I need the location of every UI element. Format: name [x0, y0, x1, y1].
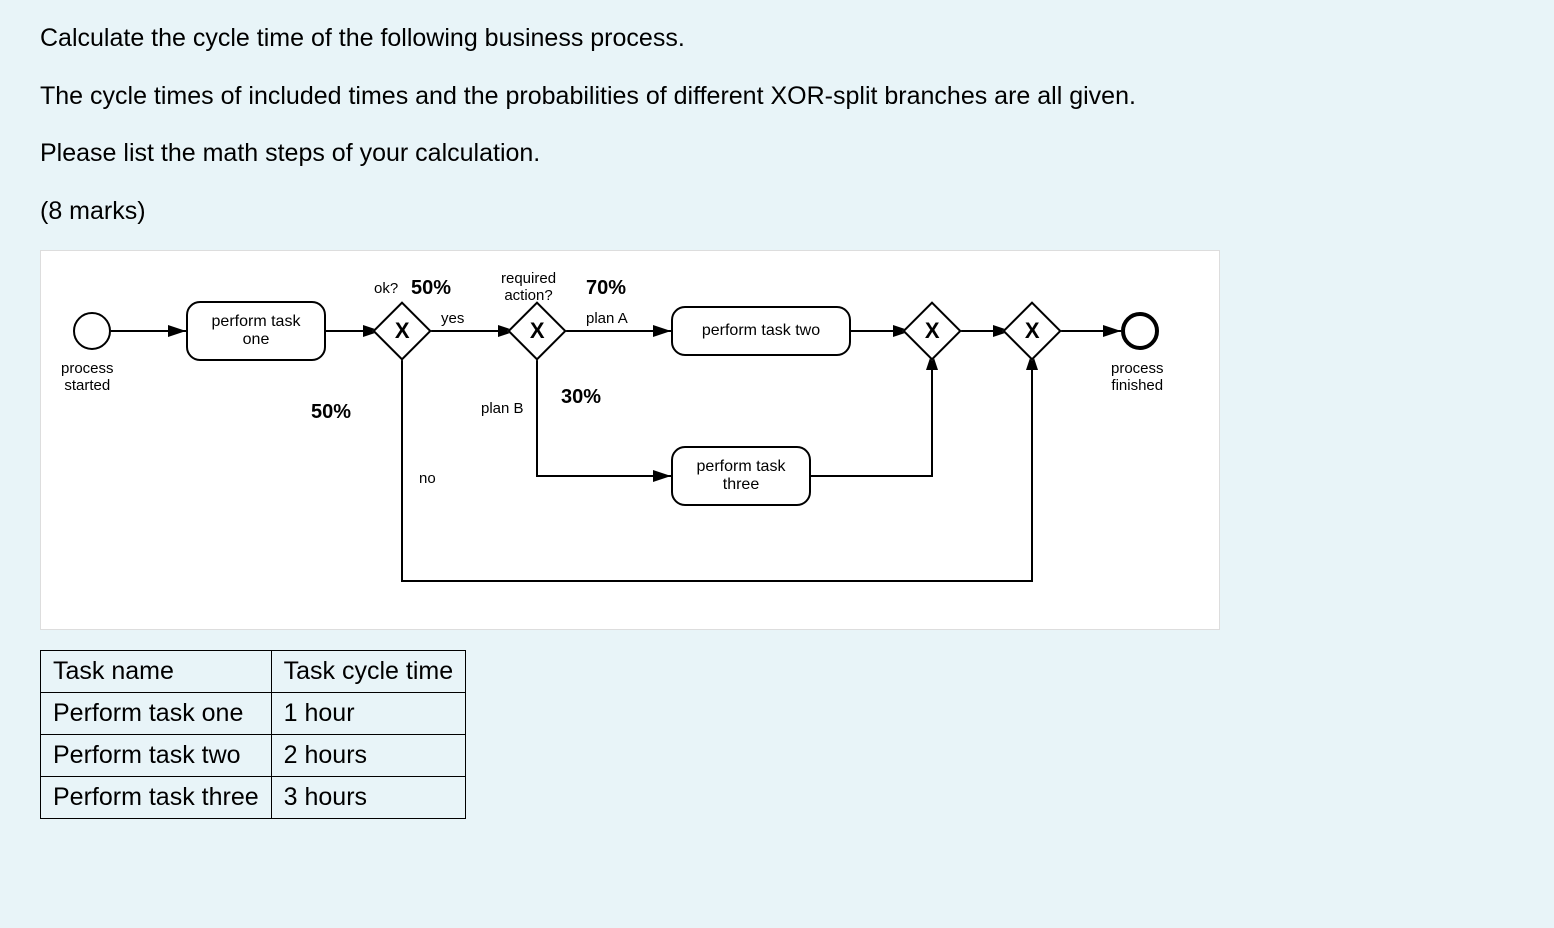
- gateway-ok-no-label: no: [419, 471, 436, 488]
- table-cell-time: 3 hours: [271, 777, 465, 819]
- end-event-label: process finished: [1111, 361, 1164, 394]
- gateway-merge-1: X: [902, 301, 961, 360]
- table-row: Perform task one 1 hour: [41, 693, 466, 735]
- gateway-ok: X: [372, 301, 431, 360]
- question-line-1: Calculate the cycle time of the followin…: [40, 20, 1514, 58]
- gateway-ok-no-pct: 50%: [311, 401, 351, 423]
- gateway-action-b-pct: 30%: [561, 386, 601, 408]
- gateway-action-b-label: plan B: [481, 401, 524, 418]
- task-one: perform task one: [186, 301, 326, 361]
- table-cell-time: 2 hours: [271, 735, 465, 777]
- table-row: Perform task two 2 hours: [41, 735, 466, 777]
- start-event-icon: [73, 312, 111, 350]
- question-text: Calculate the cycle time of the followin…: [40, 20, 1514, 230]
- end-event-icon: [1121, 312, 1159, 350]
- task-two-label: perform task two: [702, 322, 820, 340]
- question-line-2: The cycle times of included times and th…: [40, 78, 1514, 116]
- cycle-time-table: Task name Task cycle time Perform task o…: [40, 650, 466, 819]
- table-cell-time: 1 hour: [271, 693, 465, 735]
- task-three-label: perform task three: [697, 458, 786, 494]
- table-header-name: Task name: [41, 651, 272, 693]
- gateway-ok-label: ok?: [374, 281, 398, 298]
- gateway-action-label: required action?: [501, 271, 556, 304]
- bpmn-diagram: process started perform task one X ok? 5…: [40, 250, 1220, 630]
- table-cell-name: Perform task three: [41, 777, 272, 819]
- task-three: perform task three: [671, 446, 811, 506]
- task-one-label: perform task one: [212, 313, 301, 349]
- start-event-label: process started: [61, 361, 114, 394]
- gateway-merge-2: X: [1002, 301, 1061, 360]
- task-two: perform task two: [671, 306, 851, 356]
- question-marks: (8 marks): [40, 193, 1514, 231]
- gateway-ok-yes-pct: 50%: [411, 277, 451, 299]
- gateway-action-a-pct: 70%: [586, 277, 626, 299]
- question-line-3: Please list the math steps of your calcu…: [40, 135, 1514, 173]
- table-row: Perform task three 3 hours: [41, 777, 466, 819]
- table-header-row: Task name Task cycle time: [41, 651, 466, 693]
- gateway-action: X: [507, 301, 566, 360]
- gateway-ok-yes-label: yes: [441, 311, 464, 328]
- table-header-time: Task cycle time: [271, 651, 465, 693]
- gateway-action-a-label: plan A: [586, 311, 628, 328]
- table-cell-name: Perform task two: [41, 735, 272, 777]
- table-cell-name: Perform task one: [41, 693, 272, 735]
